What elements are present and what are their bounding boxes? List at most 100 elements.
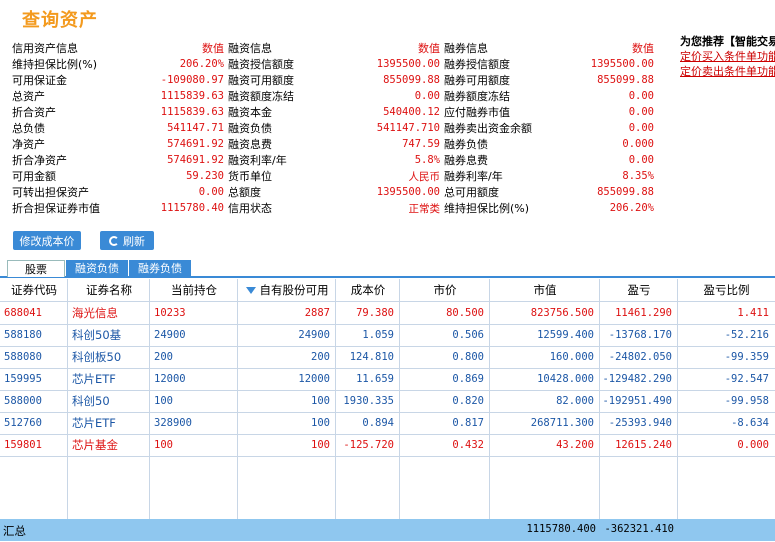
info-item-value: 540400.12 <box>383 106 440 118</box>
info-item-value: 正常类 <box>408 202 441 215</box>
cell-cost: 79.380 <box>356 307 394 319</box>
cell-ratio: 0.000 <box>737 439 769 451</box>
cell-price: 0.800 <box>452 351 484 363</box>
info-item-label: 融券额度冻结 <box>444 90 510 103</box>
cell-name: 芯片基金 <box>72 438 118 452</box>
column-divider <box>399 279 400 519</box>
info-item: 融券利率/年 8.35% <box>444 168 658 184</box>
tab-stocks[interactable]: 股票 <box>7 260 65 277</box>
column-header-label: 盈亏 <box>627 283 651 297</box>
info-item-label: 融资负债 <box>228 122 272 135</box>
info-item-value: 5.8% <box>414 154 440 166</box>
cell-hold: 24900 <box>154 329 186 341</box>
column-header-label: 成本价 <box>350 283 386 297</box>
cell-own: 100 <box>311 417 330 429</box>
info-item-value: -109080.97 <box>160 74 224 86</box>
cell-code: 688041 <box>4 307 42 319</box>
info-item: 融资息费 747.59 <box>228 136 444 152</box>
info-item: 折合担保证券市值 1115780.40 <box>12 200 228 216</box>
info-item-value: 574691.92 <box>167 154 224 166</box>
cell-code: 512760 <box>4 417 42 429</box>
summary-market-value: 1115780.400 <box>526 523 596 535</box>
tab-short-debt[interactable]: 融券负债 <box>129 260 191 276</box>
cell-code: 588000 <box>4 395 42 407</box>
info-item-value: 0.00 <box>628 90 654 102</box>
column-header-code[interactable]: 证券代码 <box>0 279 68 301</box>
holdings-table: 证券代码 证券名称 当前持仓 自有股份可用 成本价 市价 市值 盈亏 盈亏比例 688041 海光… <box>0 279 775 541</box>
cell-own: 100 <box>311 395 330 407</box>
column-header-label: 证券代码 <box>11 283 57 297</box>
cell-ratio: -92.547 <box>724 373 769 385</box>
table-row[interactable]: 159995 芯片ETF 12000 12000 11.659 0.869 10428.00… <box>0 368 775 391</box>
edit-cost-button[interactable]: 修改成本价 <box>13 231 81 250</box>
column-header-mv[interactable]: 市值 <box>490 279 600 301</box>
info-item: 维持担保比例(%) 206.20% <box>12 56 228 72</box>
info-item-value: 1115839.63 <box>160 106 224 118</box>
refresh-icon <box>109 235 119 246</box>
cell-price: 0.817 <box>452 417 484 429</box>
cell-code: 588180 <box>4 329 42 341</box>
info-item-label: 货币单位 <box>228 170 272 183</box>
cell-cost: 1.059 <box>362 329 394 341</box>
column-header-hold[interactable]: 当前持仓 <box>150 279 238 301</box>
cell-hold: 200 <box>154 351 173 363</box>
info-item-value: 541147.710 <box>376 122 440 134</box>
column-header-ratio[interactable]: 盈亏比例 <box>678 279 775 301</box>
info-item-value: 0.00 <box>628 122 654 134</box>
table-row[interactable]: 588180 科创50基 24900 24900 1.059 0.506 12599.400… <box>0 324 775 347</box>
table-row[interactable]: 588080 科创板50 200 200 124.810 0.800 160.000 -248… <box>0 346 775 369</box>
buy-condition-link[interactable]: 定价买入条件单功能 <box>680 49 775 64</box>
summary-label: 汇总 <box>3 524 26 538</box>
column-divider <box>237 279 238 519</box>
table-row[interactable]: 159801 芯片基金 100 100 -125.720 0.432 43.200 12615… <box>0 434 775 457</box>
info-item-value: 0.00 <box>628 154 654 166</box>
cell-own: 2887 <box>304 307 330 319</box>
cell-mv: 160.000 <box>549 351 594 363</box>
column-header-cost[interactable]: 成本价 <box>336 279 400 301</box>
info-header-label: 融资信息 <box>228 42 272 55</box>
info-item-value: 1115839.63 <box>160 90 224 102</box>
cell-name: 科创50 <box>72 394 110 408</box>
column-header-label: 当前持仓 <box>171 283 217 297</box>
cell-hold: 100 <box>154 439 173 451</box>
info-item: 应付融券市值 0.00 <box>444 104 658 120</box>
cell-own: 12000 <box>298 373 330 385</box>
info-item-value: 8.35% <box>622 170 654 182</box>
summary-row: 汇总 1115780.400 -362321.410 <box>0 519 775 541</box>
info-item: 融券负债 0.000 <box>444 136 658 152</box>
table-row[interactable]: 588000 科创50 100 100 1930.335 0.820 82.000 -1929… <box>0 390 775 413</box>
cell-name: 海光信息 <box>72 306 118 320</box>
info-item-label: 总额度 <box>228 186 261 199</box>
cell-name: 科创50基 <box>72 328 122 342</box>
info-item-label: 可用保证金 <box>12 74 67 87</box>
info-item-value: 855099.88 <box>597 74 654 86</box>
info-item-label: 融券可用额度 <box>444 74 510 87</box>
column-header-pl[interactable]: 盈亏 <box>600 279 678 301</box>
info-item-value: 人民币 <box>408 170 441 183</box>
cell-name: 科创板50 <box>72 350 122 364</box>
table-row[interactable]: 688041 海光信息 10233 2887 79.380 80.500 823756.50… <box>0 302 775 325</box>
column-header-label: 市价 <box>433 283 457 297</box>
info-header-col3: 融券信息 数值 <box>444 40 658 56</box>
column-header-price[interactable]: 市价 <box>400 279 490 301</box>
sell-condition-link[interactable]: 定价卖出条件单功能 <box>680 64 775 79</box>
column-divider <box>149 279 150 519</box>
info-item-label: 可用金额 <box>12 170 56 183</box>
cell-pl: 11461.290 <box>615 307 672 319</box>
cell-hold: 328900 <box>154 417 192 429</box>
info-item: 可用保证金 -109080.97 <box>12 72 228 88</box>
tab-margin-debt[interactable]: 融资负债 <box>66 260 128 276</box>
info-item: 维持担保比例(%) 206.20% <box>444 200 658 216</box>
info-item-label: 维持担保比例(%) <box>444 202 530 215</box>
info-item-value: 1115780.40 <box>160 202 224 214</box>
refresh-button[interactable]: 刷新 <box>100 231 154 250</box>
column-header-label: 证券名称 <box>86 283 132 297</box>
column-header-own[interactable]: 自有股份可用 <box>238 279 336 301</box>
info-item: 融券可用额度 855099.88 <box>444 72 658 88</box>
cell-mv: 10428.000 <box>537 373 594 385</box>
column-header-name[interactable]: 证券名称 <box>68 279 150 301</box>
info-item: 融券额度冻结 0.00 <box>444 88 658 104</box>
info-item: 融券卖出资金余额 0.00 <box>444 120 658 136</box>
table-row[interactable]: 512760 芯片ETF 328900 100 0.894 0.817 268711.300… <box>0 412 775 435</box>
info-item: 可转出担保资产 0.00 <box>12 184 228 200</box>
